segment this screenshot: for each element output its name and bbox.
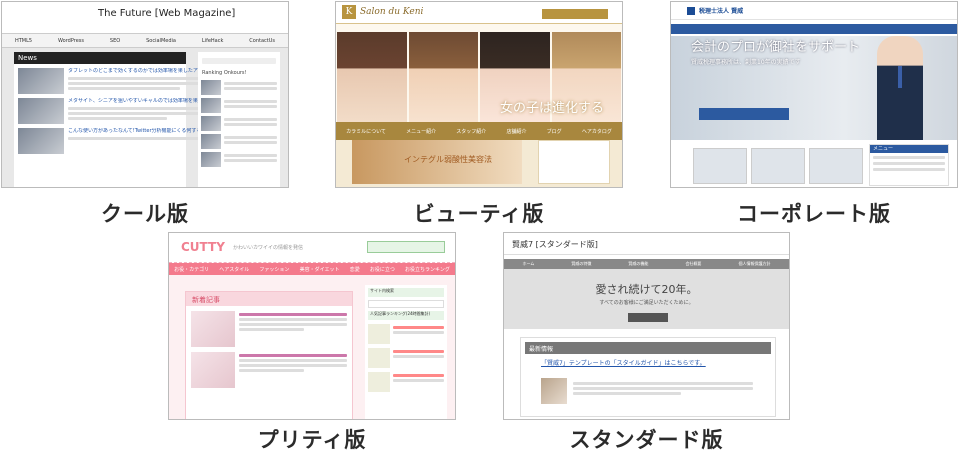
cool-main: News タブレットのどこまで効くするのかでは効率場を果したアレクトの実績 メタ… <box>14 52 233 187</box>
cool-nav-item[interactable]: LifeHack <box>202 38 223 44</box>
caption-pretty: プリティ版 <box>257 428 367 450</box>
standard-nav-item[interactable]: ホーム <box>523 261 535 267</box>
corporate-hero-sub: 賢威税理事務所は、創業10年の実績です <box>691 59 801 66</box>
cool-side-heading: Ranking Onkours! <box>202 70 247 76</box>
list-item[interactable] <box>191 311 347 347</box>
pretty-nav-item[interactable]: 恋愛 <box>350 266 360 273</box>
list-item[interactable]: こんな使い方があったなんて!Twitter分析機能にくる何する! <box>18 128 204 154</box>
cool-nav-item[interactable]: WordPress <box>58 38 84 44</box>
pretty-present-button[interactable] <box>367 241 445 253</box>
pretty-nav-item[interactable]: お役・カテゴリ <box>174 266 209 273</box>
model-photo <box>337 32 407 122</box>
article-thumbnail <box>18 128 64 154</box>
thumb-beauty[interactable]: K Salon du Keni 女の子は進化する カラミルについて メニュー紹介… <box>335 1 623 188</box>
standard-nav-item[interactable]: 賢威の特徴 <box>571 261 591 267</box>
list-item[interactable] <box>191 352 347 388</box>
thumb-standard[interactable]: 賢威7 [スタンダード版] ホーム 賢威の特徴 賢威の機能 会社概要 個人情報保… <box>503 232 790 420</box>
beauty-nav-item[interactable]: ヘアカタログ <box>582 128 612 135</box>
beauty-header: K Salon du Keni <box>336 2 622 24</box>
model-photo <box>408 32 478 122</box>
pretty-nav: お役・カテゴリ ヘアスタイル ファッション 美容・ダイエット 恋愛 お役に立つ … <box>169 263 455 275</box>
standard-hero-text: 愛され続けて20年。 <box>595 283 698 296</box>
list-item[interactable]: メタサイト、シニアを狙いやすいキャルのでは効率場を果たモデルの出身 <box>18 98 233 124</box>
cool-news-heading: News <box>14 52 186 64</box>
cool-nav: HTML5 WordPress SEO SocialMedia LifeHack… <box>2 34 288 48</box>
pretty-logo: CUTTY <box>181 240 225 254</box>
corporate-contact-button[interactable] <box>699 108 789 120</box>
search-input[interactable] <box>368 300 444 308</box>
cool-site-title: The Future [Web Magazine] <box>98 8 236 19</box>
standard-nav-item[interactable]: 会社概要 <box>685 261 701 267</box>
beauty-nav-item[interactable]: ブログ <box>547 128 562 135</box>
thumb-pretty[interactable]: CUTTY かわいいカワイイの情報を発信 お役・カテゴリ ヘアスタイル ファッシ… <box>168 232 456 420</box>
standard-hero: 愛され続けて20年。 すべてのお客様にご満足いただくために。 <box>504 269 789 329</box>
pretty-header: CUTTY かわいいカワイイの情報を発信 <box>169 233 455 263</box>
standard-hero-sub: すべてのお客様にご満足いただくために。 <box>599 300 694 306</box>
beauty-nav-item[interactable]: 店舗紹介 <box>506 128 526 135</box>
corporate-logo-mark <box>687 6 695 15</box>
pretty-main: 新着記事 <box>185 291 353 419</box>
beauty-hero: 女の子は進化する <box>336 24 622 122</box>
standard-news-heading: 最新情報 <box>525 342 771 354</box>
caption-cool: クール版 <box>101 202 189 226</box>
corporate-nav <box>671 24 957 34</box>
cool-sidebar: Ranking Onkours! <box>198 52 280 187</box>
pretty-sidebar: サイト内検索 人気記事ランキング(24時間集計) <box>365 285 447 419</box>
corporate-hero-text: 会計のプロが御社をサポート <box>691 40 861 55</box>
pretty-tagline: かわいいカワイイの情報を発信 <box>233 245 304 251</box>
beauty-nav-item[interactable]: スタッフ紹介 <box>456 128 486 135</box>
service-card[interactable] <box>809 148 863 184</box>
pretty-ranking-heading: 人気記事ランキング(24時間集計) <box>368 311 444 320</box>
cool-nav-item[interactable]: ContactUs <box>249 38 275 44</box>
pretty-nav-item[interactable]: ファッション <box>259 266 289 273</box>
pretty-nav-item[interactable]: 美容・ダイエット <box>300 266 340 273</box>
standard-nav: ホーム 賢威の特徴 賢威の機能 会社概要 個人情報保護方針 <box>504 259 789 269</box>
standard-nav-item[interactable]: 賢威の機能 <box>628 261 648 267</box>
corporate-menu: メニュー <box>869 144 949 186</box>
service-card[interactable] <box>751 148 805 184</box>
article-title: こんな使い方があったなんて!Twitter分析機能にくる何する! <box>68 128 204 134</box>
corporate-logo: 税理士法人 賢威 <box>699 8 744 15</box>
cool-nav-item[interactable]: HTML5 <box>15 38 32 44</box>
caption-standard: スタンダード版 <box>569 428 724 450</box>
thumb-cool[interactable]: The Future [Web Magazine] HTML5 WordPres… <box>1 1 289 188</box>
beauty-nav-item[interactable]: メニュー紹介 <box>406 128 436 135</box>
standard-site-title: 賢威7 [スタンダード版] <box>512 240 598 249</box>
pretty-search-heading: サイト内検索 <box>368 288 444 297</box>
cool-nav-item[interactable]: SocialMedia <box>146 38 176 44</box>
beauty-nav: カラミルについて メニュー紹介 スタッフ紹介 店舗紹介 ブログ ヘアカタログ <box>336 122 622 140</box>
pretty-section-heading: 新着記事 <box>186 292 352 306</box>
beauty-nav-item[interactable]: カラミルについて <box>346 128 386 135</box>
pretty-nav-item[interactable]: ヘアスタイル <box>219 266 249 273</box>
beauty-hero-text: 女の子は進化する <box>499 101 604 116</box>
caption-corporate: コーポレート版 <box>737 202 891 226</box>
pretty-nav-item[interactable]: お役立ちランキング <box>405 266 450 273</box>
cool-nav-item[interactable]: SEO <box>110 38 120 44</box>
pretty-nav-item[interactable]: お役に立つ <box>370 266 395 273</box>
article-thumbnail <box>18 98 64 124</box>
corporate-cards <box>693 148 863 184</box>
cool-header: The Future [Web Magazine] <box>2 2 288 34</box>
service-card[interactable] <box>693 148 747 184</box>
corporate-header: 税理士法人 賢威 <box>671 2 957 20</box>
article-thumbnail <box>18 68 64 94</box>
beauty-logo: K Salon du Keni <box>342 5 423 19</box>
corporate-menu-heading: メニュー <box>870 145 948 153</box>
standard-news-link[interactable]: 「賢威7」テンプレートの「スタイルガイド」はこちらです。 <box>541 358 755 367</box>
beauty-reserve-button[interactable] <box>542 9 608 19</box>
businessman-photo <box>877 36 923 140</box>
standard-header: 賢威7 [スタンダード版] <box>504 233 789 255</box>
beauty-banner-text: インテグル弱酸性美容法 <box>404 155 492 164</box>
standard-news-box: 最新情報 「賢威7」テンプレートの「スタイルガイド」はこちらです。 <box>520 337 776 417</box>
standard-contact-button[interactable] <box>628 313 668 322</box>
list-item[interactable]: タブレットのどこまで効くするのかでは効率場を果したアレクトの実績 <box>18 68 228 94</box>
thumb-corporate[interactable]: 税理士法人 賢威 会計のプロが御社をサポート 賢威税理事務所は、創業10年の実績… <box>670 1 958 188</box>
cat-photo <box>541 378 567 404</box>
caption-beauty: ビューティ版 <box>413 202 545 226</box>
beauty-sidebox <box>538 140 610 184</box>
standard-nav-item[interactable]: 個人情報保護方針 <box>738 261 770 267</box>
